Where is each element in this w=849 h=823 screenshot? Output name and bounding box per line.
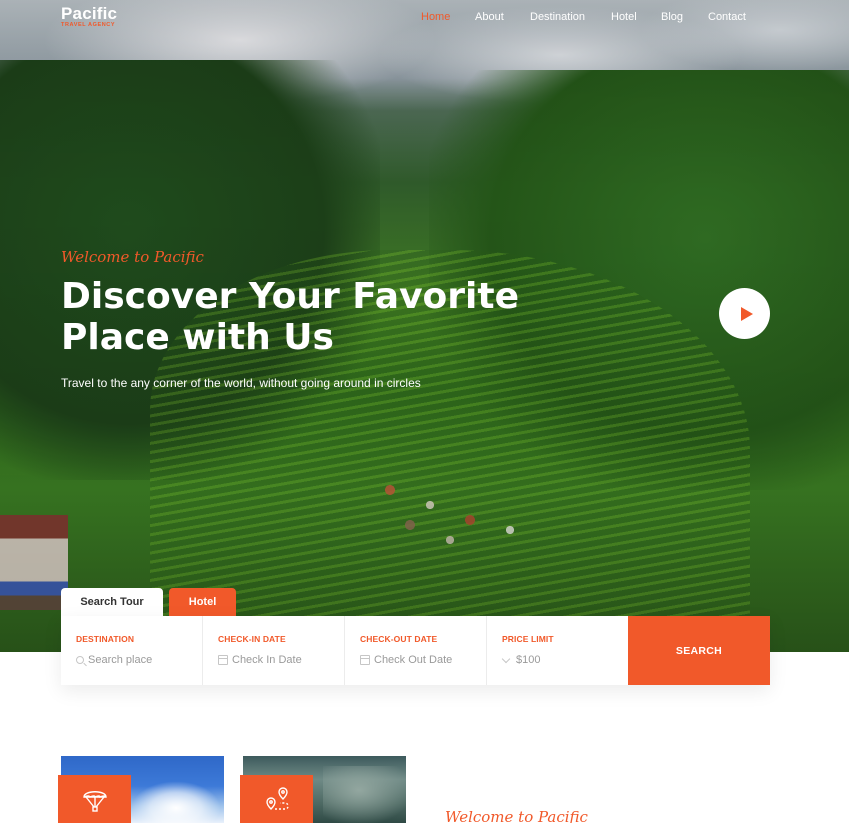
hero-subtitle: Travel to the any corner of the world, w… (61, 376, 421, 390)
hero-title: Discover Your Favorite Place with Us (61, 276, 521, 358)
field-label: PRICE LIMIT (502, 634, 554, 644)
chevron-down-icon (502, 655, 512, 665)
hero-welcome: Welcome to Pacific (61, 248, 204, 266)
check-out-input[interactable]: Check Out Date (374, 654, 452, 666)
nav-item-hotel[interactable]: Hotel (611, 11, 637, 23)
nav-item-home[interactable]: Home (421, 11, 450, 23)
field-label: CHECK-IN DATE (218, 634, 286, 644)
service-badge (58, 775, 131, 823)
check-in-field[interactable]: CHECK-IN DATE Check In Date (203, 616, 345, 685)
field-label: CHECK-OUT DATE (360, 634, 438, 644)
play-video-button[interactable] (719, 288, 770, 339)
hero-title-line2: Place with Us (61, 317, 334, 358)
service-badge (240, 775, 313, 823)
parachute-icon (82, 791, 107, 812)
destination-field[interactable]: DESTINATION Search place (61, 616, 203, 685)
check-out-field[interactable]: CHECK-OUT DATE Check Out Date (345, 616, 487, 685)
price-limit-select[interactable]: $100 (516, 654, 540, 666)
destination-input[interactable]: Search place (88, 654, 152, 666)
check-in-input[interactable]: Check In Date (232, 654, 302, 666)
play-icon (740, 306, 753, 321)
calendar-icon (360, 655, 370, 665)
main-nav: Home About Destination Hotel Blog Contac… (0, 11, 849, 27)
nav-item-blog[interactable]: Blog (661, 11, 683, 23)
search-icon (76, 656, 84, 664)
field-label: DESTINATION (76, 634, 135, 644)
nav-item-contact[interactable]: Contact (708, 11, 746, 23)
tab-hotel[interactable]: Hotel (169, 588, 236, 616)
search-button[interactable]: SEARCH (628, 616, 770, 685)
nav-item-about[interactable]: About (475, 11, 504, 23)
nav-item-destination[interactable]: Destination (530, 11, 585, 23)
tab-search-tour[interactable]: Search Tour (61, 588, 163, 616)
section-welcome: Welcome to Pacific (445, 808, 588, 823)
calendar-icon (218, 655, 228, 665)
route-map-icon (265, 787, 289, 810)
hero-title-line1: Discover Your Favorite (61, 276, 519, 317)
price-limit-field[interactable]: PRICE LIMIT $100 (487, 616, 629, 685)
